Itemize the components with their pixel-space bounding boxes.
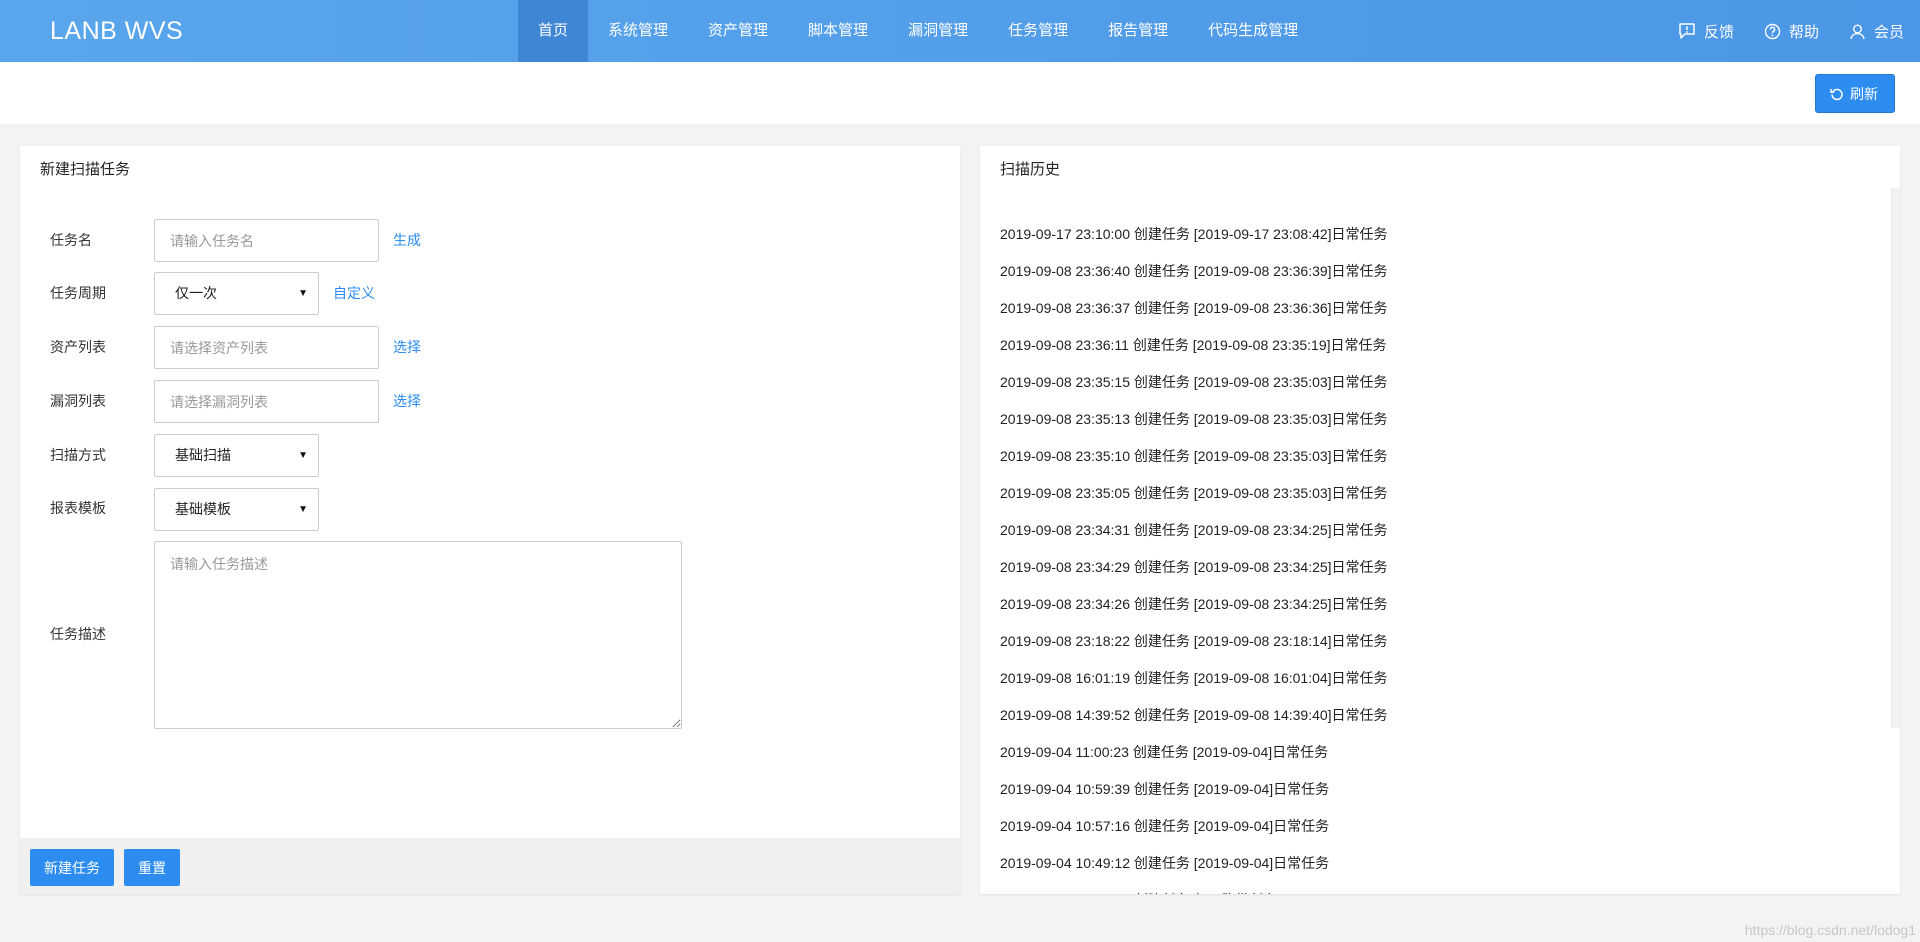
task-name-input[interactable]	[154, 219, 379, 262]
history-item[interactable]: 2019-09-08 23:35:05 创建任务 [2019-09-08 23:…	[1000, 475, 1860, 512]
history-item[interactable]: 2019-09-08 23:34:31 创建任务 [2019-09-08 23:…	[1000, 512, 1860, 549]
history-item[interactable]: 2019-09-04 10:59:39 创建任务 [2019-09-04]日常任…	[1000, 771, 1860, 808]
nav-item-scripts[interactable]: 脚本管理	[788, 0, 888, 62]
panel-title: 新建扫描任务	[40, 161, 131, 178]
report-template-select[interactable]: 基础模板 ▼	[154, 488, 319, 531]
feedback-label: 反馈	[1703, 23, 1734, 41]
history-item[interactable]: 2019-09-08 23:18:22 创建任务 [2019-09-08 23:…	[1000, 623, 1860, 660]
feedback-icon	[1679, 23, 1695, 39]
chevron-down-icon: ▼	[298, 450, 308, 461]
watermark: https://blog.csdn.net/lodog1	[1744, 922, 1916, 938]
history-item[interactable]: 2019-09-04 10:57:16 创建任务 [2019-09-04]日常任…	[1000, 808, 1860, 845]
refresh-icon	[1830, 88, 1843, 100]
task-cycle-label: 任务周期	[50, 285, 106, 301]
reset-button[interactable]: 重置	[124, 849, 180, 886]
nav-item-tasks[interactable]: 任务管理	[988, 0, 1088, 62]
history-item[interactable]: 2019-09-08 23:34:29 创建任务 [2019-09-08 23:…	[1000, 549, 1860, 586]
task-cycle-select[interactable]: 仅一次 ▼	[154, 272, 319, 315]
history-item[interactable]: 2019-09-08 23:36:40 创建任务 [2019-09-08 23:…	[1000, 253, 1860, 290]
history-item[interactable]: 2019-09-08 16:01:19 创建任务 [2019-09-08 16:…	[1000, 660, 1860, 697]
report-template-label: 报表模板	[50, 500, 106, 516]
history-list: 2019-09-17 23:10:00 创建任务 [2019-09-17 23:…	[1000, 216, 1860, 894]
member-label: 会员	[1873, 23, 1904, 41]
select-assets-link[interactable]: 选择	[393, 337, 421, 357]
vuln-list-label: 漏洞列表	[50, 393, 106, 409]
history-item[interactable]: 2019-09-08 23:36:37 创建任务 [2019-09-08 23:…	[1000, 290, 1860, 327]
top-navbar: LANB WVS 首页 系统管理 资产管理 脚本管理 漏洞管理 任务管理 报告管…	[0, 0, 1920, 62]
task-cycle-value: 仅一次	[175, 285, 217, 301]
header-links: 反馈 帮助 会员	[1648, 0, 1904, 62]
history-item[interactable]: 2019-09-04 11:00:23 创建任务 [2019-09-04]日常任…	[1000, 734, 1860, 771]
history-item[interactable]: 2019-09-08 23:36:11 创建任务 [2019-09-08 23:…	[1000, 327, 1860, 364]
history-item[interactable]: 2019-09-08 23:35:15 创建任务 [2019-09-08 23:…	[1000, 364, 1860, 401]
nav-item-assets[interactable]: 资产管理	[688, 0, 788, 62]
history-item[interactable]: 2019-09-08 14:39:52 创建任务 [2019-09-08 14:…	[1000, 697, 1860, 734]
description-textarea[interactable]	[154, 541, 682, 729]
new-task-panel: 新建扫描任务 任务名 生成 任务周期 仅一次 ▼ 自定义 资产列表 选择 漏洞列…	[20, 146, 960, 894]
history-scrollbar[interactable]	[1891, 188, 1900, 728]
feedback-link[interactable]: 反馈	[1678, 21, 1734, 42]
refresh-button[interactable]: 刷新	[1815, 74, 1895, 113]
chevron-down-icon: ▼	[298, 504, 308, 515]
scan-mode-label: 扫描方式	[50, 447, 106, 463]
scan-mode-select[interactable]: 基础扫描 ▼	[154, 434, 319, 477]
main-nav: 首页 系统管理 资产管理 脚本管理 漏洞管理 任务管理 报告管理 代码生成管理	[518, 0, 1318, 62]
toolbar: 刷新	[0, 62, 1920, 124]
report-template-value: 基础模板	[175, 501, 231, 517]
create-task-button[interactable]: 新建任务	[30, 849, 114, 886]
chevron-down-icon: ▼	[298, 288, 308, 299]
nav-item-system[interactable]: 系统管理	[588, 0, 688, 62]
scan-history-panel: 扫描历史 2019-09-17 23:10:00 创建任务 [2019-09-1…	[980, 146, 1900, 894]
panel-title: 扫描历史	[1000, 161, 1061, 178]
generate-name-link[interactable]: 生成	[393, 230, 421, 250]
history-item[interactable]: 2019-09-17 23:10:00 创建任务 [2019-09-17 23:…	[1000, 216, 1860, 253]
history-item[interactable]: 2019-09-08 23:35:13 创建任务 [2019-09-08 23:…	[1000, 401, 1860, 438]
user-icon	[1850, 24, 1865, 39]
select-vulns-link[interactable]: 选择	[393, 391, 421, 411]
help-label: 帮助	[1788, 23, 1819, 41]
nav-item-home[interactable]: 首页	[518, 0, 589, 62]
custom-cycle-link[interactable]: 自定义	[333, 283, 375, 303]
app-logo[interactable]: LANB WVS	[50, 0, 183, 62]
task-name-label: 任务名	[50, 232, 92, 248]
refresh-label: 刷新	[1850, 85, 1878, 102]
form-actions: 新建任务 重置	[20, 838, 960, 894]
history-item[interactable]: 2019-09-08 23:34:26 创建任务 [2019-09-08 23:…	[1000, 586, 1860, 623]
history-item[interactable]: 2019-09-04 10:49:12 创建任务 [2019-09-04]日常任…	[1000, 845, 1860, 882]
help-link[interactable]: 帮助	[1764, 21, 1819, 42]
asset-list-label: 资产列表	[50, 339, 106, 355]
member-link[interactable]: 会员	[1849, 21, 1904, 42]
history-item[interactable]: 2019-09-08 23:35:10 创建任务 [2019-09-08 23:…	[1000, 438, 1860, 475]
nav-item-codegen[interactable]: 代码生成管理	[1188, 0, 1318, 62]
nav-item-reports[interactable]: 报告管理	[1088, 0, 1188, 62]
help-icon	[1764, 23, 1781, 39]
scan-mode-value: 基础扫描	[175, 447, 231, 463]
asset-list-input[interactable]	[154, 326, 379, 369]
nav-item-vulns[interactable]: 漏洞管理	[888, 0, 988, 62]
vuln-list-input[interactable]	[154, 380, 379, 423]
description-label: 任务描述	[50, 626, 106, 642]
history-item[interactable]: 2019-08-26 16:54:47 创建任务 每日跑批任务	[1000, 882, 1860, 894]
